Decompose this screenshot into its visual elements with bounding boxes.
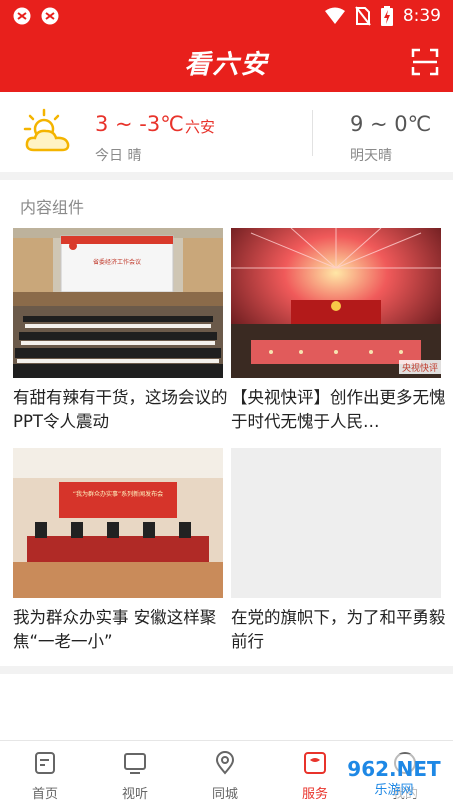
news-title[interactable]: 有甜有辣有干货，这场会议的PPT令人震动 xyxy=(13,386,228,434)
watermark-text: 962.NET xyxy=(347,757,441,781)
scan-icon[interactable] xyxy=(411,48,439,76)
news-thumbnail-placeholder[interactable] xyxy=(231,448,441,598)
nav-home[interactable]: 首页 xyxy=(0,741,90,805)
news-card[interactable]: 省委经济工作会议 有甜有辣有干货，这场会议的PPT令人震动 xyxy=(13,228,228,438)
today-condition: 今日 晴 xyxy=(95,148,142,164)
city-name: 六安 xyxy=(185,118,216,136)
wifi-icon xyxy=(324,7,345,24)
news-thumbnail[interactable]: “我为群众办实事”系列新闻发布会 xyxy=(13,448,223,598)
app-header: 看六安 xyxy=(0,34,453,92)
divider xyxy=(312,110,313,156)
app-title: 看六安 xyxy=(184,50,269,80)
news-thumbnail[interactable]: 央视快评 xyxy=(231,228,441,378)
no-sim-icon xyxy=(355,6,371,26)
press-conference-photo: “我为群众办实事”系列新闻发布会 xyxy=(13,448,223,598)
battery-charging-icon xyxy=(380,6,393,26)
news-thumbnail[interactable]: 省委经济工作会议 xyxy=(13,228,223,378)
status-bar: 8:39 xyxy=(0,0,453,34)
tomorrow-temperature: 9 ~ 0℃ xyxy=(350,112,432,136)
tv-icon xyxy=(124,753,146,774)
tomorrow-condition: 明天晴 xyxy=(350,148,392,164)
clock: 8:39 xyxy=(402,6,441,26)
home-icon xyxy=(35,752,55,774)
app-notification-icon xyxy=(41,7,59,25)
sunny-icon xyxy=(23,108,70,152)
news-card[interactable]: “我为群众办实事”系列新闻发布会 我为群众办实事 安徽这样聚焦“一老一小” xyxy=(13,448,223,658)
nav-label: 同城 xyxy=(211,787,238,802)
section-divider xyxy=(0,666,453,674)
news-card[interactable]: 央视快评 【央视快评】创作出更多无愧于时代无愧于人民… xyxy=(231,228,446,438)
screen-text: 省委经济工作会议 xyxy=(93,258,141,266)
news-title[interactable]: 我为群众办实事 安徽这样聚焦“一老一小” xyxy=(13,606,228,654)
nav-label: 视听 xyxy=(121,787,148,802)
app-notification-icon xyxy=(13,7,31,25)
news-title[interactable]: 【央视快评】创作出更多无愧于时代无愧于人民… xyxy=(231,386,446,434)
nav-label: 首页 xyxy=(31,787,58,802)
service-icon xyxy=(304,752,326,774)
news-title[interactable]: 在党的旗帜下，为了和平勇毅前行 xyxy=(231,606,446,654)
watermark-subtext: 乐游网 xyxy=(374,783,413,798)
nav-video[interactable]: 视听 xyxy=(90,741,180,805)
banner-text: “我为群众办实事”系列新闻发布会 xyxy=(73,490,163,498)
weather-widget[interactable]: 3 ~ -3℃ 六安 今日 晴 9 ~ 0℃ 明天晴 xyxy=(0,92,453,172)
gala-photo: 央视快评 xyxy=(231,228,441,378)
section-divider xyxy=(0,172,453,180)
location-pin-icon xyxy=(215,751,235,775)
today-temperature: 3 ~ -3℃ xyxy=(95,112,184,136)
meeting-photo: 省委经济工作会议 xyxy=(13,228,223,378)
watermark-logo: 962.NET 乐游网 xyxy=(341,754,447,798)
section-title: 内容组件 xyxy=(20,198,85,217)
news-card[interactable]: 在党的旗帜下，为了和平勇毅前行 xyxy=(231,448,446,658)
source-badge: 央视快评 xyxy=(402,362,438,374)
nav-local[interactable]: 同城 xyxy=(180,741,270,805)
